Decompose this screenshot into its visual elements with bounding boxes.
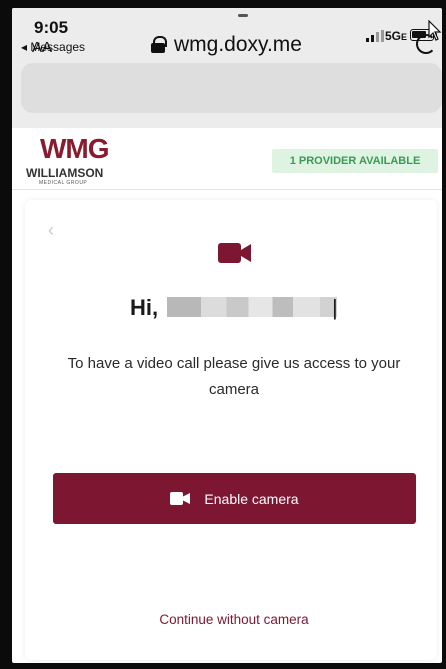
continue-without-camera-link[interactable]: Continue without camera — [12, 612, 442, 627]
camera-permission-card — [25, 200, 437, 660]
browser-url-bar — [12, 58, 442, 128]
video-camera-icon — [170, 492, 191, 505]
logo-wordmark: WMG — [40, 133, 110, 164]
provider-availability-badge: 1 PROVIDER AVAILABLE — [272, 149, 438, 173]
enable-camera-label: Enable camera — [204, 490, 299, 507]
text-size-button[interactable]: AA — [32, 39, 52, 56]
logo-name: WILLIAMSON — [26, 166, 104, 180]
phone-screen: 9:05 ◂ Messages 5GE AA wmg.doxy.me WMG W… — [12, 8, 442, 663]
camera-access-message: To have a video call please give us acce… — [67, 355, 401, 398]
signal-strength-icon — [366, 30, 384, 42]
lock-icon — [151, 36, 167, 53]
network-suffix: E — [401, 32, 408, 42]
site-header: WMG WILLIAMSON MEDICAL GROUP 1 PROVIDER … — [12, 128, 442, 190]
redacted-name — [167, 297, 337, 317]
clock: 9:05 — [34, 18, 69, 37]
network-indicator: 5GE — [385, 29, 407, 43]
back-to-messages-link[interactable]: ◂ Messages — [21, 40, 85, 54]
back-chevron-icon[interactable]: ‹ — [48, 220, 54, 241]
mouse-pointer-icon — [428, 20, 442, 41]
video-camera-icon — [218, 243, 251, 263]
address-field[interactable] — [21, 63, 442, 113]
greeting-text: Hi, — [130, 295, 159, 320]
enable-camera-button[interactable]: Enable camera — [53, 473, 416, 524]
logo-subtitle: MEDICAL GROUP — [39, 180, 88, 186]
network-type: 5G — [385, 29, 402, 43]
url-domain[interactable]: wmg.doxy.me — [174, 33, 302, 57]
top-indicator — [238, 14, 248, 17]
name-cursor: | — [332, 295, 338, 320]
